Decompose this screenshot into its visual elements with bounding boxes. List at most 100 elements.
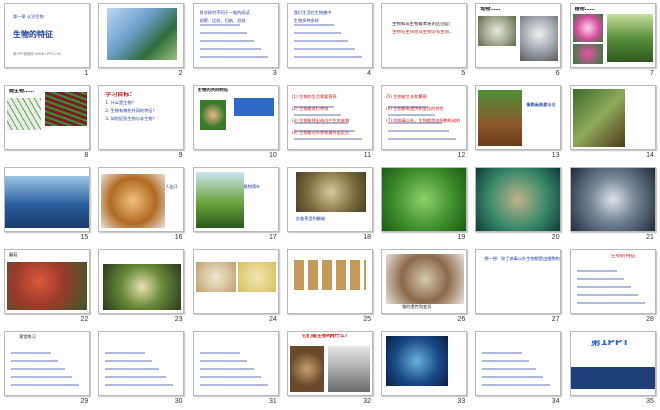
slide-cell: 25 (283, 246, 377, 328)
slide-thumbnail[interactable] (381, 167, 468, 232)
slide-thumbnail[interactable] (475, 167, 562, 232)
slide-photo (195, 172, 244, 228)
slide-thumbnail[interactable]: 植物…… (569, 3, 656, 68)
slide-thumbnail[interactable]: 微生物…… (4, 85, 90, 150)
slide-cell: 鲸在呼气时产生雾状水柱 15 (0, 164, 94, 246)
slide-cell: 33 (377, 328, 471, 410)
slide-thumbnail[interactable]: 植物落叶 (192, 167, 279, 232)
slide-number: 3 (272, 70, 277, 77)
slide-thumbnail[interactable]: 蘑菇 (4, 249, 90, 314)
slide-cell: 想一想：除了病毒以外生物都是由细胞构成的吗？ 27 (471, 246, 565, 328)
slide-number: 17 (269, 234, 277, 241)
text-line-decoration (293, 56, 362, 58)
slide-photo (382, 168, 467, 231)
slide-thumbnail[interactable]: 鲸在呼气时产生雾状水柱 (4, 167, 90, 232)
slide-thumbnail[interactable]: 我们生活在生物圈中 生物多种多样 (286, 3, 373, 68)
slide-text: (1) 生物的生活需要营养 (291, 94, 337, 99)
text-line-decoration (199, 32, 247, 34)
slide-text: 猫的遗传和变异 (402, 304, 432, 309)
slide-photo (572, 89, 625, 147)
slide-photo (199, 100, 226, 130)
text-line-decoration (11, 368, 65, 370)
slide-text: 生物有生命而非生物没有生命。 (392, 30, 454, 35)
slide-cell: 植物…… 7 (566, 0, 660, 82)
slide-thumbnail[interactable] (381, 331, 468, 396)
slide-thumbnail[interactable]: 生物和非生物最本质的区别是： 生物有生命而非生物没有生命。 (381, 3, 468, 68)
text-line-decoration (199, 376, 261, 378)
slide-text: 第1PPT (590, 340, 630, 346)
slide-text: 植物…… (574, 7, 595, 12)
text-line-decoration (293, 32, 341, 34)
slide-thumbnail[interactable] (192, 331, 279, 396)
slide-thumbnail[interactable]: 它们是生物吗？ 为什么？ (286, 331, 373, 396)
slide-thumbnail[interactable]: 课堂练习 (4, 331, 90, 396)
slide-number: 18 (363, 234, 372, 241)
slide-thumbnail[interactable]: 生物的特征 (569, 249, 656, 314)
slide-thumbnail[interactable]: 第一章 认识生物 生物的特征 第1PPT模板网 WWW.1PPT.COM (4, 3, 90, 68)
slide-thumbnail[interactable] (286, 249, 373, 314)
slide-thumbnail[interactable] (98, 3, 185, 68)
text-line-decoration (576, 270, 617, 272)
slide-thumbnail[interactable]: 生物的共同特征 (192, 85, 279, 150)
slide-cell: 人出汗 16 (94, 164, 188, 246)
text-line-decoration (199, 24, 240, 26)
slide-number: 13 (551, 152, 560, 159)
slide-number: 32 (363, 398, 372, 405)
slide-text: 想一想：除了病毒以外生物都是由细胞构成的吗？ (484, 256, 560, 261)
slide-photo (327, 346, 370, 392)
slide-number: 7 (649, 70, 654, 77)
slide-cell: 植物从外界吸收 水和无机盐 13 (471, 82, 565, 164)
text-line-decoration (293, 24, 334, 26)
text-line-decoration (199, 384, 268, 386)
text-line-decoration (105, 376, 167, 378)
text-line-decoration (482, 352, 523, 354)
slide-thumbnail[interactable]: 植物从外界吸收 水和无机盐 (475, 85, 562, 150)
slide-thumbnail[interactable]: 第1PPT (569, 331, 656, 396)
slide-cell: 31 (189, 328, 283, 410)
slide-thumbnail[interactable] (475, 331, 562, 396)
text-line-decoration (293, 138, 362, 140)
slide-thumbnail[interactable]: 人出汗 (98, 167, 185, 232)
slide-thumbnail[interactable] (98, 331, 185, 396)
slide-photo (572, 44, 603, 64)
slide-number: 8 (84, 152, 89, 159)
slide-thumbnail[interactable]: 动物…… (475, 3, 562, 68)
slide-cell: 学习目标： 1. 什么是生物？ 2. 生物有哪些共同的特征？ 3. 如何区别生物与非生… (94, 82, 188, 164)
slide-text: 生物的特征 (13, 30, 53, 39)
slide-photo (476, 168, 561, 231)
slide-text: 第1PPT模板网 WWW.1PPT.COM (13, 52, 61, 56)
slide-photo (195, 262, 236, 292)
slide-photo (570, 168, 655, 231)
text-line-decoration (199, 48, 261, 50)
slide-number: 5 (461, 70, 466, 77)
text-line-decoration (105, 352, 146, 354)
slide-cell: 含羞草受到触碰 18 (283, 164, 377, 246)
slide-number: 30 (174, 398, 183, 405)
slide-number: 2 (178, 70, 183, 77)
slide-number: 31 (269, 398, 277, 405)
slide-text: 3. 如何区别生物与非生物？ (105, 116, 157, 121)
slide-number: 1 (84, 70, 89, 77)
slide-thumbnail[interactable]: 科学探究不同于一般的阅读 观察、比较、归纳、总结 (192, 3, 279, 68)
slide-cell: 14 (566, 82, 660, 164)
slide-text: 人出汗 (165, 184, 178, 189)
slide-thumbnail[interactable]: (1) 生物的生活需要营养 (2) 生物能进行呼吸 (3) 生物能排出体内产生的废物… (286, 85, 373, 150)
slide-thumbnail[interactable] (98, 249, 185, 314)
slide-thumbnail[interactable]: 猫的遗传和变异 (381, 249, 468, 314)
slide-photo (386, 254, 465, 304)
slide-photo (293, 260, 366, 290)
slide-thumbnail[interactable] (192, 249, 279, 314)
slide-thumbnail[interactable] (569, 167, 656, 232)
slide-number: 10 (269, 152, 277, 159)
slide-thumbnail[interactable]: 想一想：除了病毒以外生物都是由细胞构成的吗？ (475, 249, 562, 314)
slide-number: 24 (269, 316, 277, 323)
slide-thumbnail[interactable]: (5) 生物能生长和繁殖 (6) 生物都有遗传和变异的特性 (7) 除病毒以外，生物… (381, 85, 468, 150)
slide-thumbnail[interactable]: 学习目标： 1. 什么是生物？ 2. 生物有哪些共同的特征？ 3. 如何区别生物与非生… (98, 85, 185, 150)
slide-number: 29 (80, 398, 89, 405)
slide-cell: 第一章 认识生物 生物的特征 第1PPT模板网 WWW.1PPT.COM 1 (0, 0, 94, 82)
slide-number: 21 (646, 234, 654, 241)
slide-thumbnail[interactable]: 含羞草受到触碰 (286, 167, 373, 232)
slide-cell: 生物和非生物最本质的区别是： 生物有生命而非生物没有生命。 5 (377, 0, 471, 82)
text-line-decoration (199, 360, 247, 362)
slide-thumbnail[interactable] (569, 85, 656, 150)
